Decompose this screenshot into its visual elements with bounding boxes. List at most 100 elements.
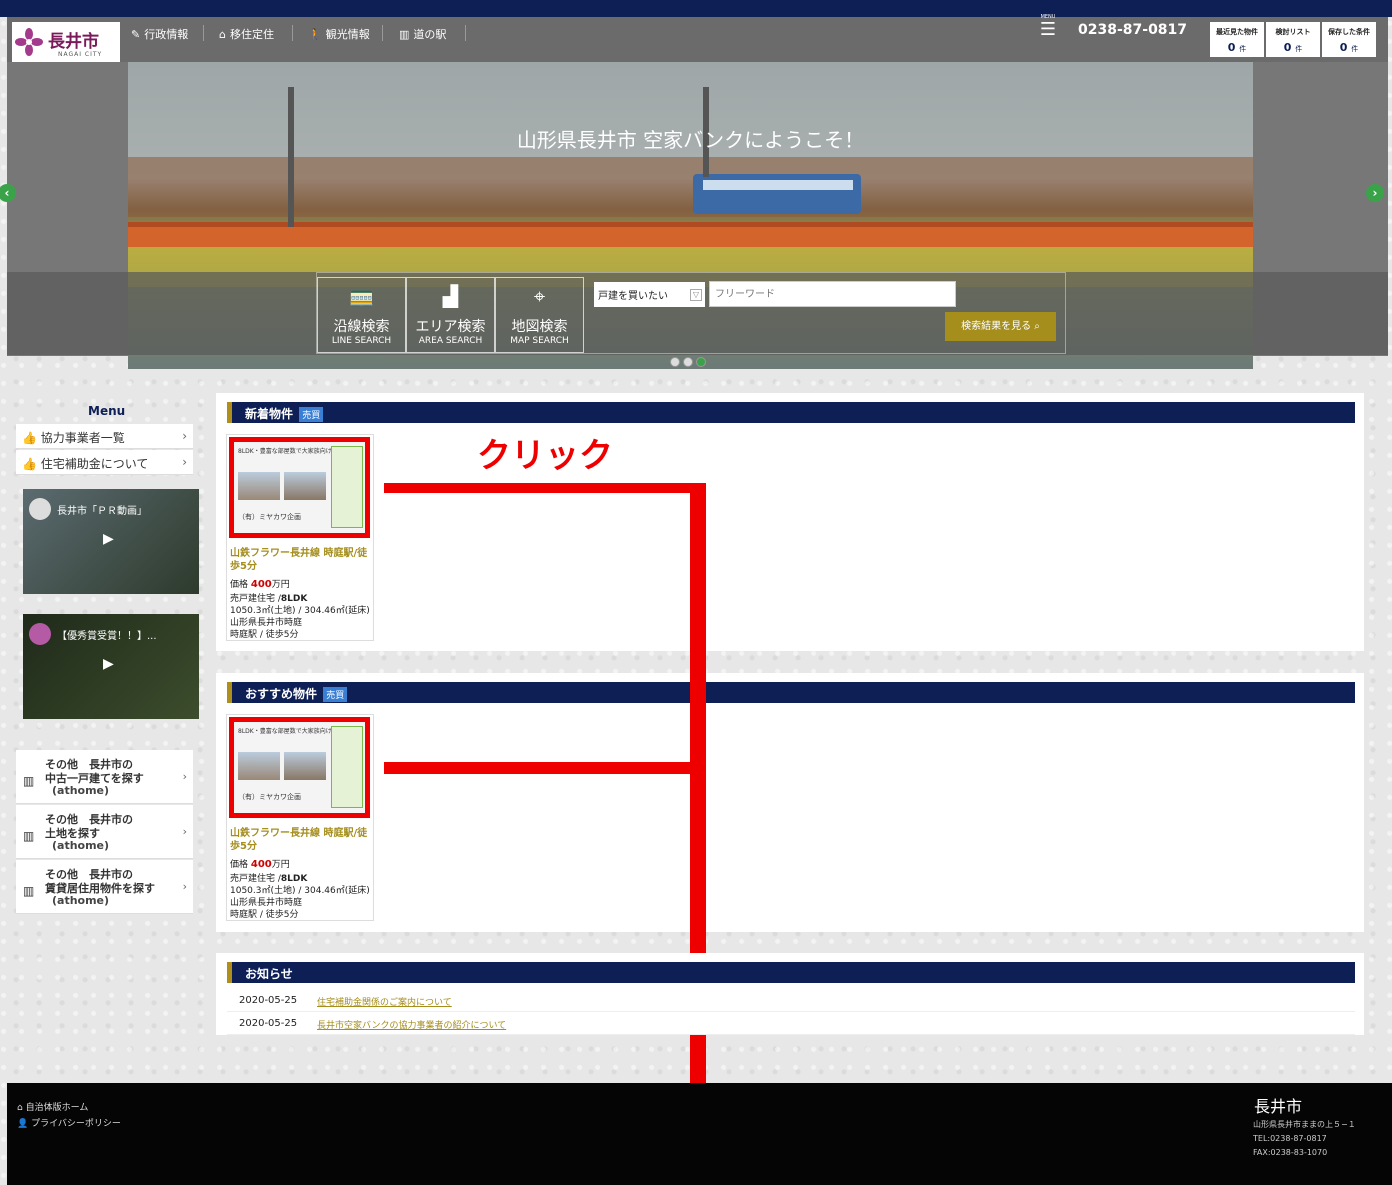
site-logo[interactable]: 長井市 NAGAI CITY (12, 22, 120, 62)
sidebar-item-label: 協力事業者一覧 (40, 431, 125, 445)
link-line: (athome) (52, 894, 110, 907)
price-unit: 万円 (271, 580, 290, 590)
top-strip (0, 0, 1392, 17)
flyer-sidebar (331, 446, 363, 528)
news-link[interactable]: 住宅補助金関係のご案内について (317, 995, 452, 1008)
property-price: 価格 400万円 (230, 577, 290, 590)
hamburger-icon: ☰ (1039, 19, 1057, 40)
athome-rental-link[interactable]: ▥ その他 長井市の 賃貸居住用物件を探す (athome) › (16, 860, 193, 914)
property-access: 時庭駅 / 徒歩5分 (230, 910, 299, 920)
chevron-right-icon: › (182, 770, 187, 783)
freeword-input[interactable] (709, 281, 956, 307)
consider-list-counter[interactable]: 検討リスト 0 件 (1266, 22, 1320, 57)
click-annotation-label: クリック (477, 436, 613, 476)
property-price: 価格 400万円 (230, 857, 290, 870)
counter-unit: 件 (1351, 45, 1359, 53)
news-link[interactable]: 長井市空家バンクの協力事業者の紹介について (317, 1018, 506, 1031)
award-video[interactable]: 【優秀賞受賞！！】... ▶ (23, 614, 199, 719)
nav-item-admin[interactable]: ✎ 行政情報 (131, 26, 188, 42)
footer-link-home[interactable]: ⌂ 自治体版ホーム (17, 1100, 88, 1113)
home-icon: ⌂ (219, 27, 226, 41)
footer-link-label: 自治体版ホーム (25, 1103, 89, 1113)
area-search-tab[interactable]: ▟ エリア検索 AREA SEARCH (406, 277, 495, 353)
counter-value: 0 (1339, 41, 1348, 54)
counter-value: 0 (1283, 41, 1292, 54)
flyer-title: 8LDK・豊富な部屋数で大家族向け (238, 728, 332, 735)
slide-next-button[interactable]: › (1366, 184, 1384, 202)
nav-label: 移住定住 (229, 28, 274, 41)
pencil-icon: ✎ (131, 27, 141, 41)
section-title: お知らせ (245, 967, 293, 981)
nav-item-michinoeki[interactable]: ▥ 道の駅 (399, 26, 446, 42)
play-icon[interactable]: ▶ (103, 531, 114, 547)
channel-avatar (29, 498, 51, 520)
tab-sublabel: LINE SEARCH (331, 336, 392, 346)
tab-label: 地図検索 (511, 319, 568, 335)
slide-dot-active[interactable] (696, 357, 706, 367)
news-item: 2020-05-25 長井市空家バンクの協力事業者の紹介について (227, 1013, 1355, 1035)
home-icon: ⌂ (17, 1103, 23, 1113)
map-icon: ⌖ (533, 284, 546, 308)
button-label: 検索結果を見る (961, 321, 1032, 332)
chevron-right-icon: › (182, 880, 187, 893)
property-thumbnail[interactable]: 8LDK・豊富な部屋数で大家族向け （有）ミヤカワ企画 (229, 717, 370, 818)
pr-video[interactable]: 長井市「ＰＲ動画」 ▶ (23, 489, 199, 594)
news-date: 2020-05-25 (239, 1018, 298, 1029)
house-photo (238, 472, 280, 500)
price-unit: 万円 (271, 860, 290, 870)
sidebar-item-partners[interactable]: 👍 協力事業者一覧 › (16, 424, 193, 449)
slide-dot[interactable] (683, 357, 693, 367)
site-footer: ⌂ 自治体版ホーム 👤 プライバシーポリシー 長井市 山形県長井市ままの上５−１… (7, 1083, 1392, 1185)
view-results-button[interactable]: 検索結果を見る ⌕ (945, 312, 1056, 341)
video-title: 長井市「ＰＲ動画」 (57, 505, 147, 517)
nav-divider (292, 25, 293, 41)
nav-label: 道の駅 (413, 28, 447, 41)
area-icon: ▟ (442, 284, 459, 308)
sidebar-title: Menu (88, 404, 126, 418)
new-properties-heading: 新着物件 売買 (227, 402, 1355, 423)
chevron-right-icon: › (182, 825, 187, 838)
property-card-new[interactable]: 8LDK・豊富な部屋数で大家族向け （有）ミヤカワ企画 山鉄フラワー長井線 時庭… (226, 434, 374, 641)
nav-label: 観光情報 (325, 28, 370, 41)
flower-logo-icon (15, 28, 43, 56)
saved-conditions-counter[interactable]: 保存した条件 0 件 (1322, 22, 1376, 57)
property-thumbnail[interactable]: 8LDK・豊富な部屋数で大家族向け （有）ミヤカワ企画 (229, 437, 370, 538)
footer-city-name: 長井市 (1254, 1097, 1303, 1116)
section-title: 新着物件 (245, 407, 294, 421)
nav-divider (465, 25, 466, 41)
athome-land-link[interactable]: ▥ その他 長井市の 土地を探す (athome) › (16, 805, 193, 859)
recent-viewed-counter[interactable]: 最近見た物件 0 件 (1210, 22, 1264, 57)
play-icon[interactable]: ▶ (103, 656, 114, 672)
slide-indicators (670, 357, 706, 367)
map-search-tab[interactable]: ⌖ 地図検索 MAP SEARCH (495, 277, 584, 353)
chevron-down-icon: ▽ (690, 289, 702, 301)
property-title[interactable]: 山鉄フラワー長井線 時庭駅/徒歩5分 (230, 827, 373, 853)
house-photo (284, 752, 326, 780)
logo-subtext: NAGAI CITY (58, 51, 103, 58)
house-photo (238, 752, 280, 780)
building-icon: ▥ (23, 829, 35, 843)
nav-item-tourism[interactable]: 🚶 観光情報 (308, 26, 370, 42)
footer-link-privacy[interactable]: 👤 プライバシーポリシー (17, 1116, 121, 1129)
building-icon: ▥ (399, 27, 410, 41)
athome-used-house-link[interactable]: ▥ その他 長井市の 中古一戸建てを探す (athome) › (16, 750, 193, 804)
slide-dot[interactable] (670, 357, 680, 367)
purpose-select[interactable]: 戸建を買いたい ▽ (594, 282, 705, 307)
counter-value: 0 (1227, 41, 1236, 54)
line-search-tab[interactable]: 🚃 沿線検索 LINE SEARCH (317, 277, 406, 353)
property-card-recommended[interactable]: 8LDK・豊富な部屋数で大家族向け （有）ミヤカワ企画 山鉄フラワー長井線 時庭… (226, 714, 374, 921)
price-value: 400 (250, 579, 272, 590)
counter-unit: 件 (1239, 45, 1247, 53)
nav-item-migration[interactable]: ⌂ 移住定住 (219, 26, 274, 42)
sale-tag: 売買 (299, 407, 324, 422)
property-access: 時庭駅 / 徒歩5分 (230, 630, 299, 640)
news-date: 2020-05-25 (239, 995, 298, 1006)
news-item: 2020-05-25 住宅補助金関係のご案内について (227, 990, 1355, 1012)
flyer-title: 8LDK・豊富な部屋数で大家族向け (238, 448, 332, 455)
sidebar-item-subsidy[interactable]: 👍 住宅補助金について › (16, 450, 193, 475)
footer-fax: FAX:0238-83-1070 (1253, 1148, 1328, 1157)
link-line: (athome) (52, 784, 110, 797)
property-title[interactable]: 山鉄フラワー長井線 時庭駅/徒歩5分 (230, 547, 373, 573)
menu-button[interactable]: MENU ☰ (1038, 14, 1058, 44)
flyer-sidebar (331, 726, 363, 808)
